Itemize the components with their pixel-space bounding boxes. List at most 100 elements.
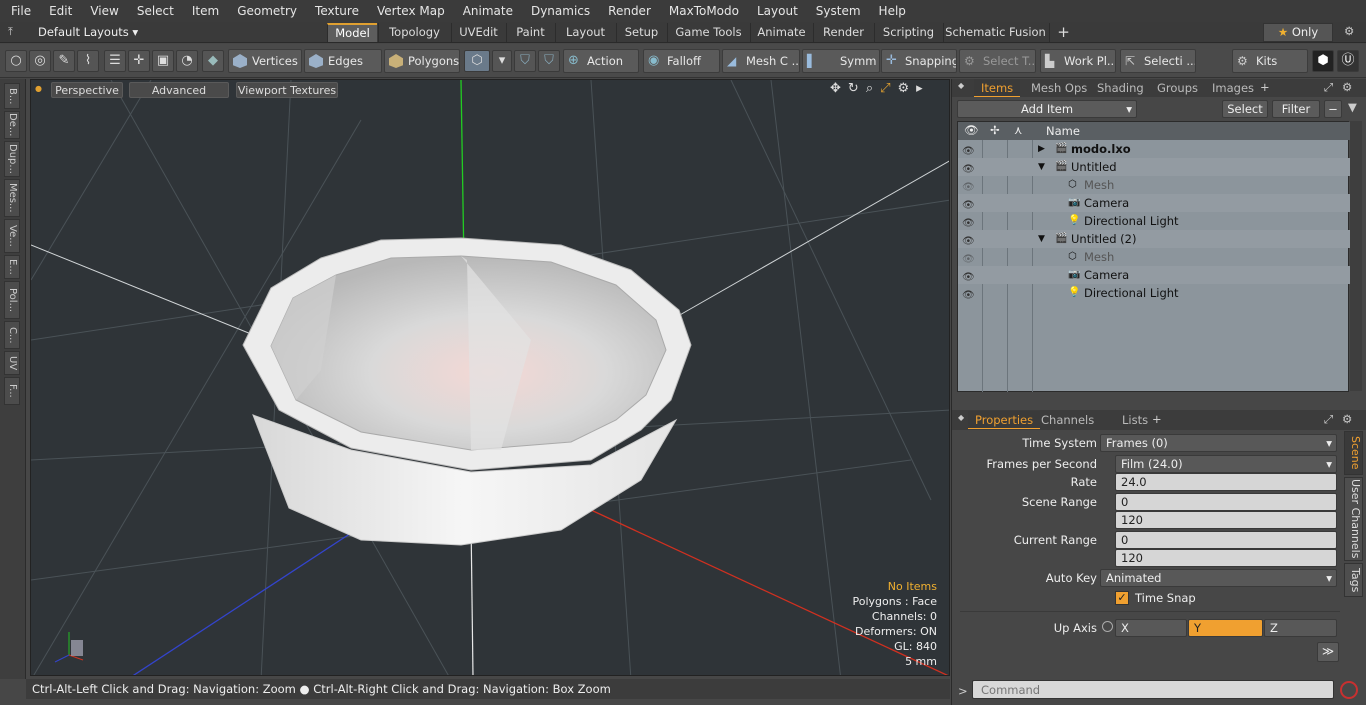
- tab-game-tools[interactable]: Game Tools: [667, 23, 749, 42]
- add-item-dropdown[interactable]: Add Item ▾: [957, 100, 1137, 118]
- left-tab-basic[interactable]: B...: [4, 83, 20, 109]
- left-tab-curve[interactable]: C...: [4, 321, 20, 349]
- name-column-header[interactable]: Name: [1046, 124, 1080, 138]
- menu-maxtomodo[interactable]: MaxToModo: [658, 4, 746, 18]
- add-props-tab-icon[interactable]: +: [1152, 412, 1162, 426]
- chevron-down-icon[interactable]: ▾: [492, 50, 512, 72]
- falloff-button[interactable]: ◉ Falloff: [643, 49, 720, 73]
- vertices-button[interactable]: Vertices: [228, 49, 302, 73]
- auto-key-dropdown[interactable]: Animated ▾: [1100, 569, 1337, 587]
- tree-row[interactable]: 👁 📷 Camera: [958, 266, 1350, 284]
- menu-layout[interactable]: Layout: [746, 4, 805, 18]
- tab-render[interactable]: Render: [813, 23, 873, 42]
- filter-button[interactable]: Filter: [1272, 100, 1320, 118]
- fps-dropdown[interactable]: Film (24.0) ▾: [1115, 455, 1337, 473]
- menu-view[interactable]: View: [79, 4, 125, 18]
- more-arrows-icon[interactable]: ≫: [1317, 642, 1339, 662]
- tree-row[interactable]: 👁 ⬡ Mesh: [958, 248, 1350, 266]
- viewport-gear-icon[interactable]: ⚙: [898, 81, 910, 96]
- menu-system[interactable]: System: [805, 4, 868, 18]
- perspective-dropdown[interactable]: Perspective: [51, 82, 123, 98]
- visibility-eye-icon[interactable]: 👁: [962, 287, 975, 305]
- mesh-constraint-button[interactable]: ◢ Mesh C ...: [722, 49, 800, 73]
- tree-row[interactable]: 👁 ▼ 🎬 Untitled: [958, 158, 1350, 176]
- tab-layout[interactable]: Layout: [555, 23, 615, 42]
- menu-texture[interactable]: Texture: [304, 4, 366, 18]
- symmetry-shield-2-icon[interactable]: ⛉: [538, 50, 560, 72]
- left-tab-polygon[interactable]: Pol...: [4, 281, 20, 319]
- menu-vertex-map[interactable]: Vertex Map: [366, 4, 452, 18]
- add-panel-tab-icon[interactable]: +: [1260, 80, 1270, 94]
- rate-field[interactable]: 24.0: [1115, 473, 1337, 491]
- edges-button[interactable]: Edges: [304, 49, 382, 73]
- record-icon[interactable]: [1340, 681, 1358, 699]
- left-tab-fusion[interactable]: F...: [4, 377, 20, 405]
- add-tab-icon[interactable]: +: [1049, 23, 1077, 42]
- viewport-arrow-icon[interactable]: ▸: [916, 81, 923, 96]
- expand-arrow-icon[interactable]: ▼: [1038, 158, 1045, 176]
- tab-shading[interactable]: Shading: [1090, 79, 1151, 97]
- symmetry-button[interactable]: ▌ Symm ...: [802, 49, 880, 73]
- align-icon[interactable]: ☰: [104, 50, 126, 72]
- up-axis-radio[interactable]: [1102, 621, 1113, 632]
- props-expand-icon[interactable]: ⤢: [1324, 412, 1333, 427]
- tab-uvedit[interactable]: UVEdit: [451, 23, 505, 42]
- expand-arrow-icon[interactable]: ▼: [1038, 230, 1045, 248]
- modo-cube-icon[interactable]: ⬢: [1312, 50, 1334, 72]
- tab-paint[interactable]: Paint: [506, 23, 554, 42]
- menu-help[interactable]: Help: [868, 4, 913, 18]
- snapping-button[interactable]: ✛ Snapping: [881, 49, 957, 73]
- tab-lists[interactable]: Lists: [1115, 411, 1155, 429]
- tab-scripting[interactable]: Scripting: [874, 23, 942, 42]
- maximize-view-icon[interactable]: ⤢: [880, 81, 890, 96]
- kits-button[interactable]: ⚙ Kits: [1232, 49, 1308, 73]
- side-tab-tags[interactable]: Tags: [1344, 563, 1363, 597]
- select-mode-circle-icon[interactable]: ○: [5, 50, 27, 72]
- selection-sets-button[interactable]: ⇱ Selecti ...: [1120, 49, 1196, 73]
- tab-topology[interactable]: Topology: [378, 23, 450, 42]
- scene-range-start[interactable]: 0: [1115, 493, 1337, 511]
- time-system-dropdown[interactable]: Frames (0) ▾: [1100, 434, 1337, 452]
- tab-properties[interactable]: Properties: [968, 411, 1041, 429]
- menu-geometry[interactable]: Geometry: [226, 4, 304, 18]
- symmetry-shield-icon[interactable]: ⛉: [514, 50, 536, 72]
- move-view-icon[interactable]: ✥: [830, 81, 841, 96]
- left-tab-vertex[interactable]: Ve...: [4, 219, 20, 253]
- tab-setup[interactable]: Setup: [616, 23, 666, 42]
- props-gear-icon[interactable]: ⚙: [1342, 412, 1352, 426]
- menu-file[interactable]: File: [0, 4, 38, 18]
- current-range-end[interactable]: 120: [1115, 549, 1337, 567]
- viewport-textures-dropdown[interactable]: Viewport Textures: [236, 82, 338, 98]
- scene-range-end[interactable]: 120: [1115, 511, 1337, 529]
- menu-edit[interactable]: Edit: [38, 4, 79, 18]
- select-through-button[interactable]: ⚙ Select T...: [959, 49, 1036, 73]
- globe-icon[interactable]: ◎: [29, 50, 51, 72]
- side-tab-scene[interactable]: Scene: [1344, 431, 1363, 475]
- tree-row[interactable]: 👁 💡 Directional Light: [958, 212, 1350, 230]
- command-input[interactable]: [972, 680, 1334, 699]
- props-menu-icon[interactable]: ◆: [958, 413, 964, 422]
- zoom-view-icon[interactable]: ⌕: [866, 81, 873, 96]
- tab-animate[interactable]: Animate: [750, 23, 812, 42]
- current-range-start[interactable]: 0: [1115, 531, 1337, 549]
- tree-row[interactable]: 👁 💡 Directional Light: [958, 284, 1350, 302]
- tab-channels[interactable]: Channels: [1034, 411, 1101, 429]
- material-icon[interactable]: ⬡: [464, 50, 490, 72]
- up-axis-y[interactable]: Y: [1188, 619, 1263, 637]
- left-tab-deform[interactable]: De...: [4, 111, 20, 139]
- select-button[interactable]: Select: [1222, 100, 1268, 118]
- panel-menu-icon[interactable]: ◆: [958, 81, 964, 90]
- unreal-icon[interactable]: Ⓤ: [1337, 50, 1359, 72]
- expand-panel-icon[interactable]: ⤢: [1324, 80, 1333, 95]
- visibility-column-icon[interactable]: 👁: [964, 123, 979, 137]
- work-plane-button[interactable]: ▙ Work Pl...: [1040, 49, 1116, 73]
- left-tab-mesh-edit[interactable]: Mes...: [4, 179, 20, 217]
- pen-icon[interactable]: ✎: [53, 50, 75, 72]
- menu-select[interactable]: Select: [126, 4, 181, 18]
- tab-groups[interactable]: Groups: [1150, 79, 1205, 97]
- layout-up-icon[interactable]: ⤒: [8, 25, 13, 39]
- panel-gear-icon[interactable]: ⚙: [1342, 80, 1352, 94]
- left-tab-edge[interactable]: E...: [4, 255, 20, 279]
- lock-column-icon[interactable]: ✢: [990, 123, 1000, 137]
- left-tab-uv[interactable]: UV: [4, 351, 20, 375]
